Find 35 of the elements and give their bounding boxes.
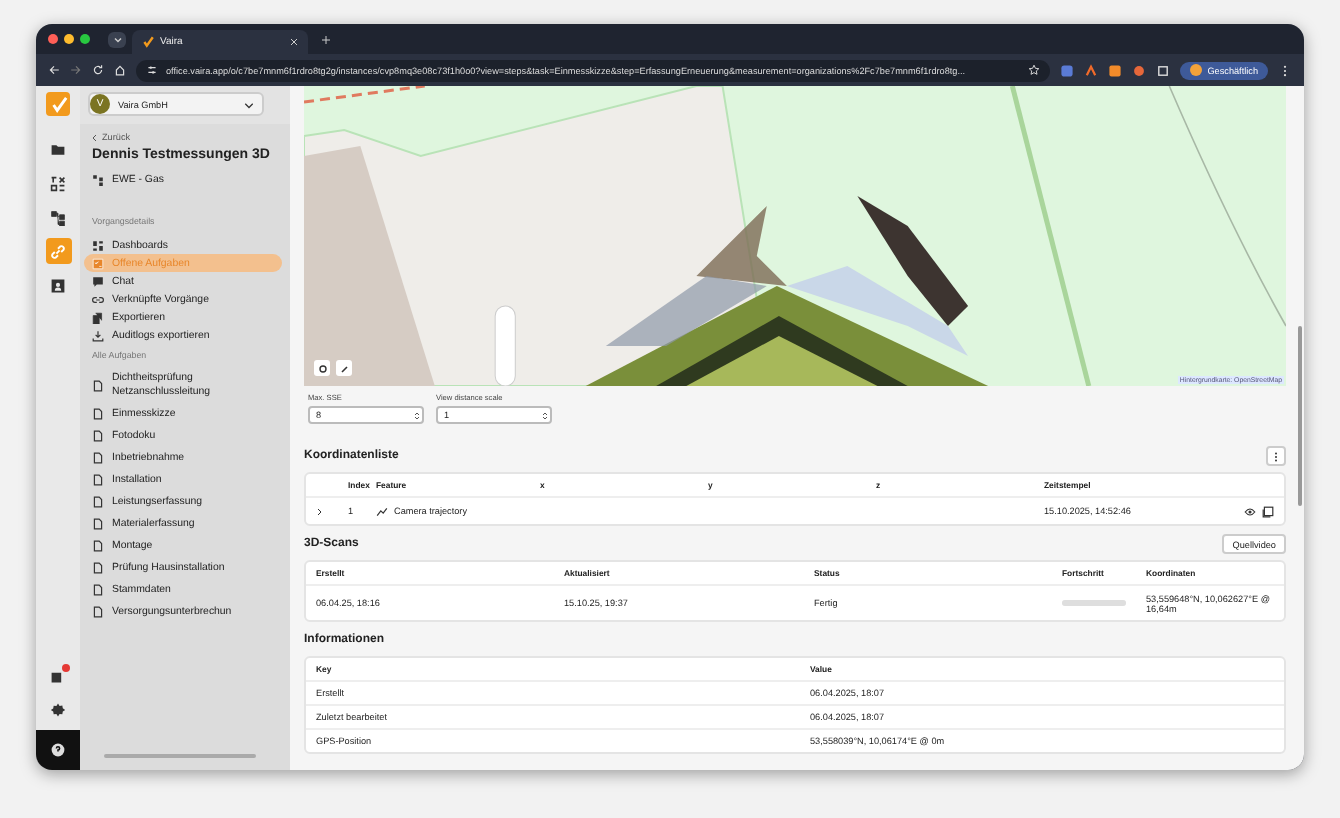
scrollbar[interactable] <box>1298 326 1302 506</box>
site-settings-icon[interactable] <box>146 64 158 76</box>
tasks-icon <box>92 257 104 269</box>
forward-icon[interactable] <box>70 64 82 76</box>
zoom-dot[interactable] <box>80 34 90 44</box>
spinner-icon[interactable] <box>542 410 548 422</box>
minimize-dot[interactable] <box>64 34 74 44</box>
more-icon[interactable] <box>1278 63 1292 77</box>
download-icon <box>92 329 104 341</box>
spinner-icon[interactable] <box>414 410 420 422</box>
trajectory-icon <box>376 505 388 517</box>
link-icon <box>92 293 104 305</box>
document-icon <box>92 380 104 392</box>
grid-icon <box>92 239 104 251</box>
home-icon[interactable] <box>114 64 126 76</box>
pencil-icon[interactable] <box>336 360 352 376</box>
scrollbar[interactable] <box>104 754 256 758</box>
new-tab-icon[interactable] <box>322 35 330 43</box>
gallery-icon[interactable] <box>1262 505 1274 517</box>
tab-list-button[interactable] <box>108 31 126 47</box>
close-icon[interactable] <box>290 38 298 46</box>
eye-icon[interactable] <box>1244 505 1256 517</box>
close-dot[interactable] <box>48 34 58 44</box>
caret-icon <box>244 99 254 109</box>
help-button[interactable] <box>36 730 80 770</box>
copy-icon <box>92 311 104 323</box>
check-logo-icon <box>142 36 154 48</box>
bookmark-star-icon[interactable] <box>1027 64 1040 76</box>
hierarchy-icon <box>92 174 104 186</box>
help-icon[interactable] <box>50 742 66 758</box>
reload-icon[interactable] <box>92 64 104 76</box>
avatar-icon <box>1189 64 1202 76</box>
chat-icon <box>92 275 104 287</box>
back-icon[interactable] <box>48 64 60 76</box>
caret-icon <box>111 33 123 45</box>
